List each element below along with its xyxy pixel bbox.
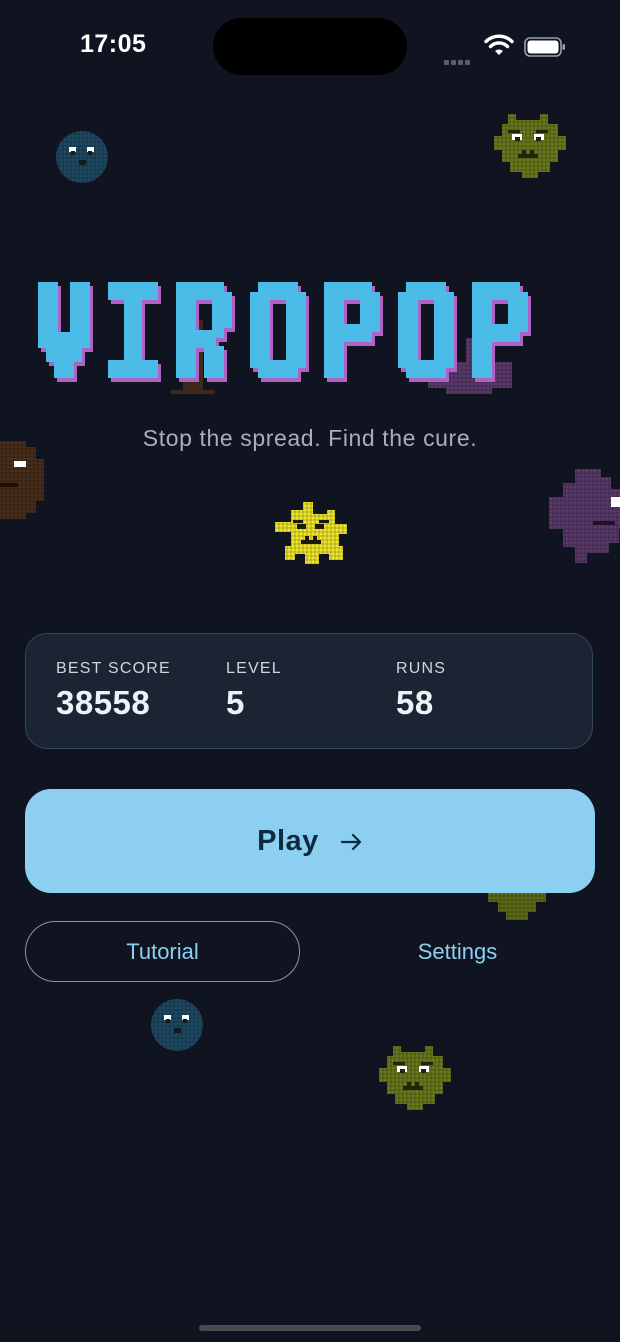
star-yellow-virus-icon xyxy=(275,502,347,564)
game-title-logo xyxy=(38,282,531,394)
settings-button[interactable]: Settings xyxy=(325,921,590,982)
stat-label: BEST SCORE xyxy=(56,660,171,677)
settings-button-label: Settings xyxy=(417,938,498,964)
tutorial-button[interactable]: Tutorial xyxy=(25,921,300,982)
cellular-signal-icon xyxy=(444,50,472,69)
spiky-olive-virus-icon xyxy=(494,114,566,178)
round-blue-virus-icon xyxy=(56,131,108,183)
round-blue-virus-icon xyxy=(151,999,203,1051)
stat-best-score: BEST SCORE 38558 xyxy=(56,660,171,722)
spiky-olive-virus-icon xyxy=(379,1046,451,1110)
dynamic-island xyxy=(213,18,407,75)
tutorial-button-label: Tutorial xyxy=(126,938,199,964)
play-button-label: Play xyxy=(257,824,319,857)
stat-label: LEVEL xyxy=(226,660,282,677)
clock: 17:05 xyxy=(80,30,147,58)
play-button[interactable]: Play xyxy=(25,789,595,893)
wifi-icon xyxy=(484,34,514,55)
stat-runs: RUNS 58 xyxy=(396,660,446,722)
stat-label: RUNS xyxy=(396,660,447,677)
arrow-right-icon xyxy=(340,833,361,851)
stats-card: BEST SCORE 38558 LEVEL 5 RUNS 58 xyxy=(25,633,593,749)
stat-value: 58 xyxy=(396,684,434,721)
stat-value: 5 xyxy=(226,684,245,721)
tagline: Stop the spread. Find the cure. xyxy=(142,425,478,451)
status-bar: 17:05 xyxy=(0,0,620,95)
blob-purple-virus-icon xyxy=(549,469,620,563)
battery-icon xyxy=(524,37,565,57)
home-indicator[interactable] xyxy=(199,1325,421,1331)
stat-level: LEVEL 5 xyxy=(226,660,282,722)
stat-value: 38558 xyxy=(56,684,151,721)
